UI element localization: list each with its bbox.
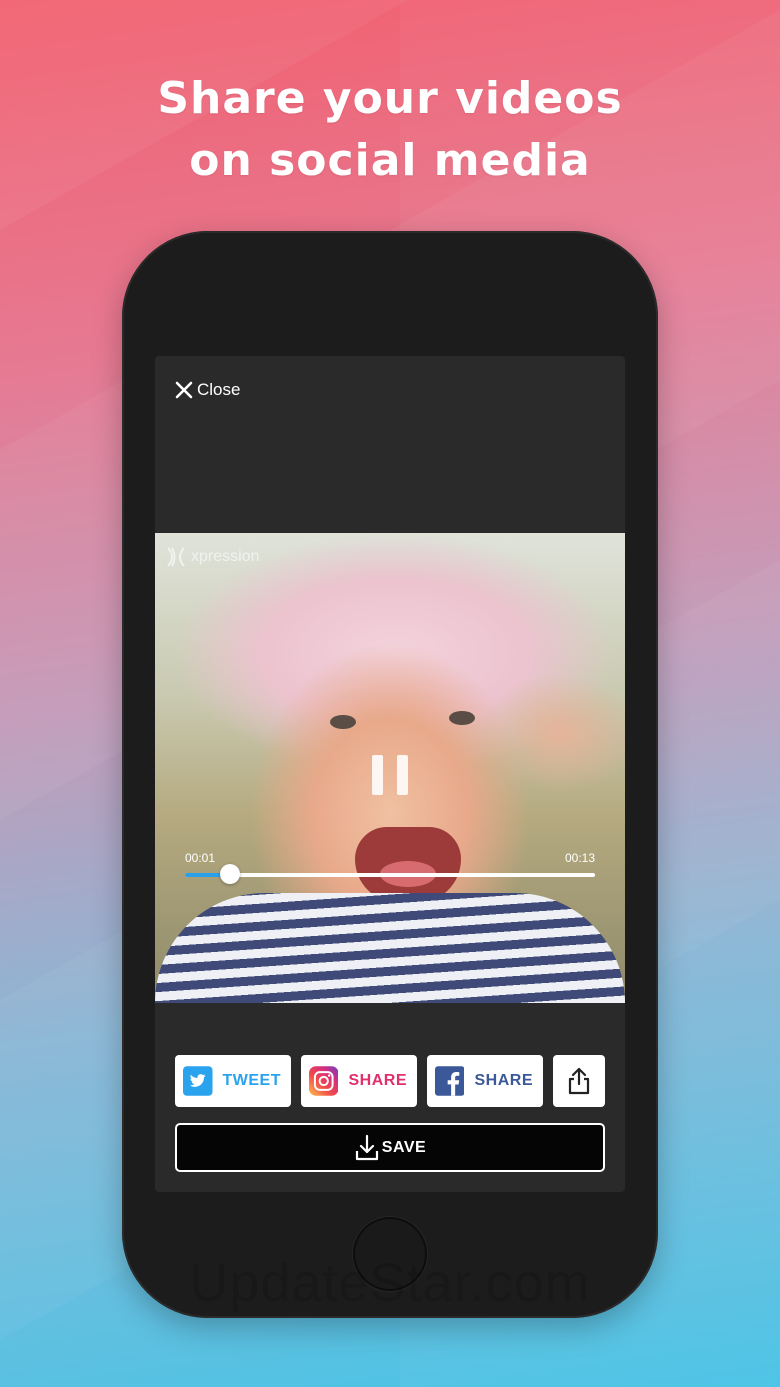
site-watermark: UpdateStar.com	[189, 1253, 591, 1313]
app-watermark: xpression	[165, 545, 259, 569]
close-label: Close	[197, 380, 241, 399]
seek-bar[interactable]	[185, 864, 595, 884]
pause-icon	[397, 755, 408, 795]
save-button[interactable]: SAVE	[175, 1123, 605, 1172]
facebook-icon	[435, 1066, 465, 1096]
download-icon	[355, 1134, 378, 1160]
video-player[interactable]: xpression 00:01 00:13	[155, 533, 625, 1003]
video-content	[355, 827, 461, 903]
watermark-text: xpression	[191, 548, 260, 565]
save-label: SAVE	[381, 1138, 427, 1156]
tweet-label: TWEET	[222, 1072, 281, 1089]
instagram-icon	[309, 1066, 339, 1096]
more-share-button[interactable]	[553, 1055, 605, 1107]
headline-line-2: on social media	[189, 135, 591, 186]
close-button[interactable]: Close	[175, 380, 240, 400]
headline-line-1: Share your videos	[157, 73, 623, 124]
promo-headline: Share your videos on social media	[0, 68, 780, 192]
twitter-bird-icon	[183, 1066, 213, 1096]
facebook-share-button[interactable]: SHARE	[427, 1055, 543, 1107]
share-buttons-row: TWEET SHARE SHARE	[175, 1055, 605, 1107]
share-icon	[568, 1067, 590, 1095]
tweet-button[interactable]: TWEET	[175, 1055, 291, 1107]
video-content	[330, 715, 356, 729]
seek-bar-thumb[interactable]	[220, 864, 241, 884]
close-icon	[175, 381, 193, 399]
video-content	[155, 893, 625, 1003]
instagram-share-label: SHARE	[348, 1072, 407, 1089]
duration-time: 00:13	[564, 851, 595, 865]
share-screen: Close xpression 00:01 00:13 TWEET SHARE …	[155, 356, 625, 1192]
pause-button[interactable]	[372, 755, 408, 795]
pause-icon	[372, 755, 383, 795]
video-content	[449, 711, 475, 725]
instagram-share-button[interactable]: SHARE	[301, 1055, 417, 1107]
xpression-logo-icon	[167, 547, 185, 567]
current-time: 00:01	[185, 851, 216, 865]
facebook-share-label: SHARE	[474, 1072, 533, 1089]
